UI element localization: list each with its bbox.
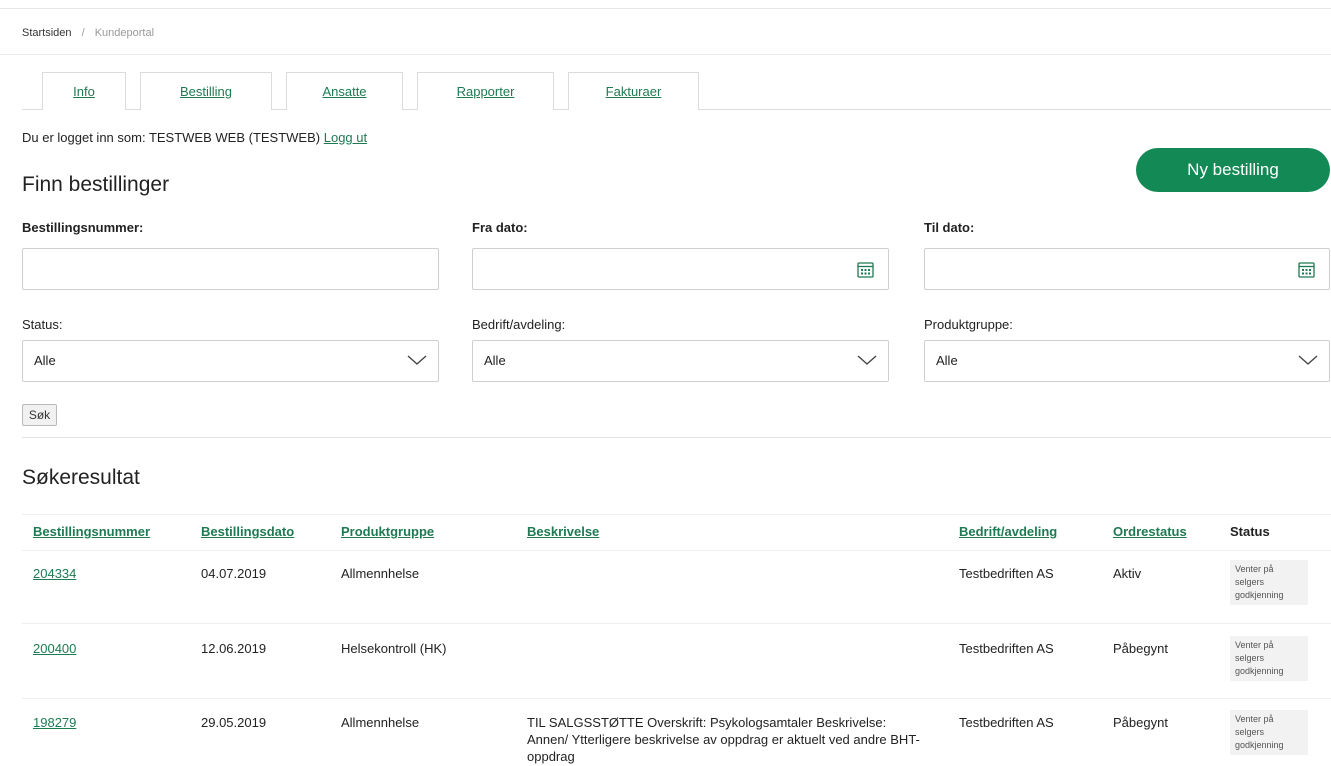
column-header-description[interactable]: Beskrivelse	[527, 524, 599, 539]
company-cell: Testbedriften AS	[959, 566, 1054, 581]
from-date-field	[472, 248, 889, 290]
order-number-input[interactable]	[23, 249, 438, 289]
product-group-label: Produktgruppe:	[924, 317, 1013, 332]
order-date-cell: 12.06.2019	[201, 641, 267, 656]
from-date-label: Fra dato:	[472, 220, 528, 235]
company-select[interactable]: Alle	[472, 340, 889, 382]
column-header-order-number[interactable]: Bestillingsnummer	[33, 524, 150, 539]
company-select-value: Alle	[484, 353, 506, 368]
search-button[interactable]: Søk	[22, 404, 57, 426]
order-number-link[interactable]: 204334	[33, 565, 76, 582]
breadcrumb: Startsiden / Kundeportal	[22, 27, 154, 39]
company-label: Bedrift/avdeling:	[472, 317, 566, 332]
order-number-link[interactable]: 198279	[33, 714, 76, 731]
login-text: Du er logget inn som: TESTWEB WEB (TESTW…	[22, 130, 321, 145]
calendar-icon[interactable]	[1298, 261, 1315, 278]
status-select-value: Alle	[34, 353, 56, 368]
top-divider	[0, 8, 1331, 9]
login-status: Du er logget inn som: TESTWEB WEB (TESTW…	[22, 130, 367, 145]
status-badge: Venter på selgers godkjenning	[1230, 636, 1308, 681]
from-date-input[interactable]	[473, 249, 888, 289]
to-date-field	[924, 248, 1330, 290]
product-group-cell: Allmennhelse	[341, 566, 420, 581]
breadcrumb-home[interactable]: Startsiden	[22, 27, 72, 39]
chevron-down-icon	[1298, 355, 1318, 365]
table-header-top	[22, 514, 1331, 515]
column-header-status: Status	[1230, 524, 1270, 539]
search-title: Finn bestillinger	[22, 173, 170, 196]
row-divider	[22, 623, 1331, 624]
order-number-link[interactable]: 200400	[33, 640, 76, 657]
row-divider	[22, 698, 1331, 699]
tab-info[interactable]: Info	[42, 72, 126, 110]
order-status-cell: Påbegynt	[1113, 641, 1168, 656]
tab-ansatte[interactable]: Ansatte	[286, 72, 403, 110]
order-status-cell: Påbegynt	[1113, 715, 1168, 730]
tab-bar: Info Bestilling Ansatte Rapporter Faktur…	[22, 72, 1331, 110]
logout-link[interactable]: Logg ut	[324, 130, 367, 145]
company-cell: Testbedriften AS	[959, 641, 1054, 656]
to-date-input[interactable]	[925, 249, 1329, 289]
status-select[interactable]: Alle	[22, 340, 439, 382]
description-cell: TIL SALGSSTØTTE Overskrift: Psykologsamt…	[527, 715, 920, 764]
results-title: Søkeresultat	[22, 466, 140, 489]
column-header-company[interactable]: Bedrift/avdeling	[959, 524, 1057, 539]
tab-rapporter[interactable]: Rapporter	[417, 72, 554, 110]
column-header-order-status[interactable]: Ordrestatus	[1113, 524, 1187, 539]
breadcrumb-current: Kundeportal	[94, 27, 155, 39]
tab-fakturaer[interactable]: Fakturaer	[568, 72, 699, 110]
new-order-button[interactable]: Ny bestilling	[1136, 148, 1330, 192]
status-badge: Venter på selgers godkjenning	[1230, 710, 1308, 755]
product-group-cell: Helsekontroll (HK)	[341, 641, 447, 656]
status-badge: Venter på selgers godkjenning	[1230, 560, 1308, 605]
order-date-cell: 04.07.2019	[201, 566, 267, 581]
to-date-label: Til dato:	[924, 220, 975, 235]
calendar-icon[interactable]	[857, 261, 874, 278]
order-status-cell: Aktiv	[1113, 566, 1142, 581]
order-date-cell: 29.05.2019	[201, 715, 267, 730]
product-group-select[interactable]: Alle	[924, 340, 1330, 382]
table-header-bottom	[22, 550, 1331, 551]
section-divider	[22, 437, 1331, 438]
tab-bestilling[interactable]: Bestilling	[140, 72, 272, 110]
breadcrumb-separator: /	[81, 27, 85, 39]
company-cell: Testbedriften AS	[959, 715, 1054, 730]
column-header-order-date[interactable]: Bestillingsdato	[201, 524, 294, 539]
chevron-down-icon	[407, 355, 427, 365]
product-group-select-value: Alle	[936, 353, 958, 368]
order-number-label: Bestillingsnummer:	[22, 220, 144, 235]
column-header-product-group[interactable]: Produktgruppe	[341, 524, 434, 539]
breadcrumb-divider	[0, 54, 1331, 55]
product-group-cell: Allmennhelse	[341, 715, 420, 730]
order-number-field	[22, 248, 439, 290]
status-label: Status:	[22, 317, 63, 332]
chevron-down-icon	[857, 355, 877, 365]
